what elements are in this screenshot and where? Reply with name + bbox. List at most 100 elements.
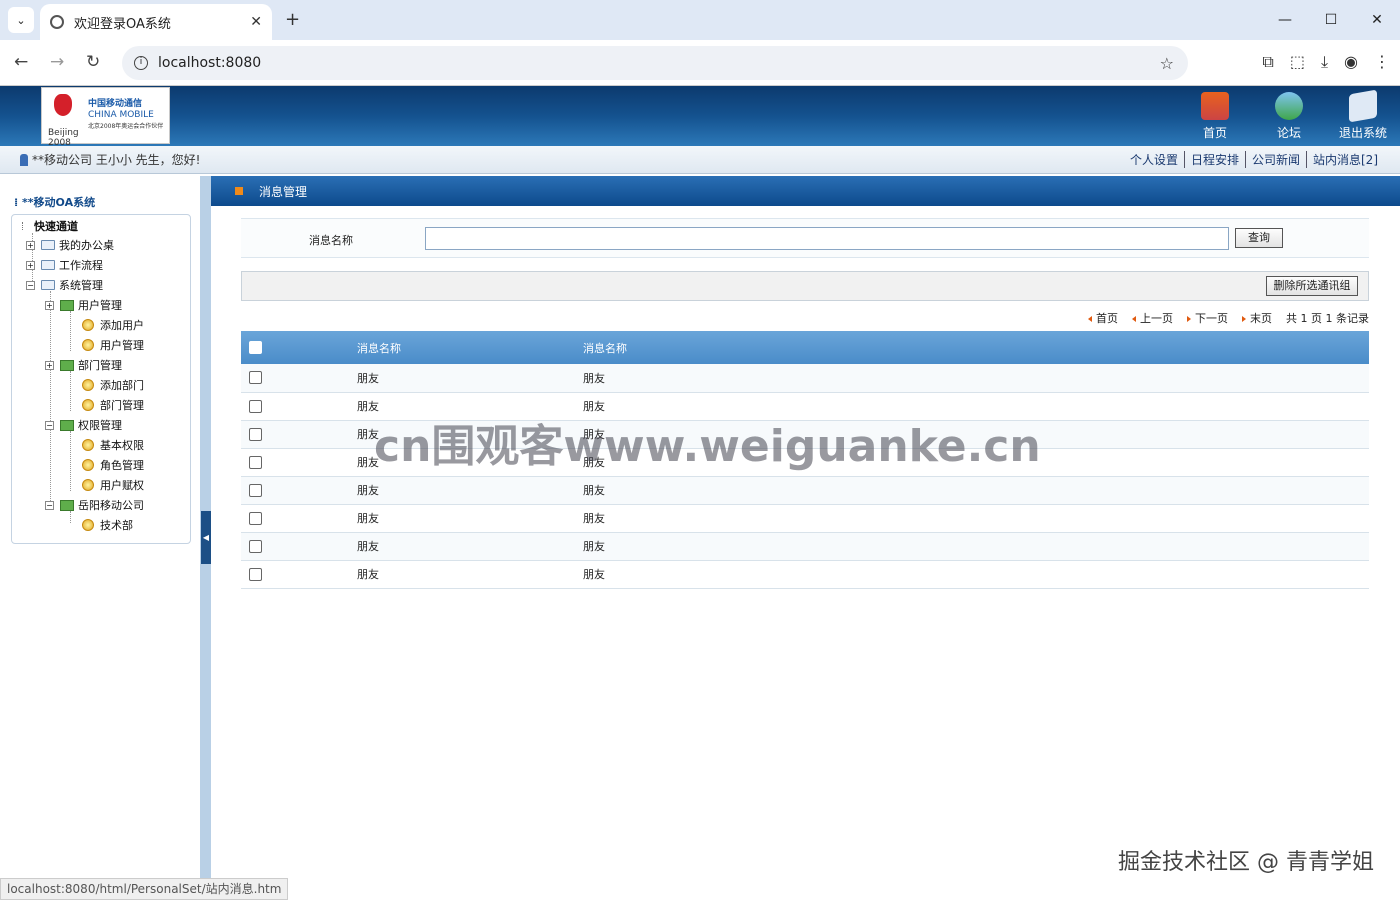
search-label: 消息名称 xyxy=(309,234,353,247)
search-input[interactable] xyxy=(425,227,1229,250)
menu-icon[interactable]: ⋮ xyxy=(1374,52,1390,72)
pager-summary: 共 1 页 1 条记录 xyxy=(1286,312,1369,325)
tab-search-button[interactable]: ⌄ xyxy=(8,7,34,33)
row-checkbox[interactable] xyxy=(249,483,262,497)
nav-exit[interactable]: 退出系统 xyxy=(1326,89,1400,144)
tree-node-workflow[interactable]: + 工作流程 xyxy=(26,257,103,273)
maximize-button[interactable]: ☐ xyxy=(1308,0,1354,40)
link-schedule[interactable]: 日程安排 xyxy=(1183,151,1245,168)
gear-icon xyxy=(82,519,94,531)
select-all-checkbox[interactable] xyxy=(249,341,262,354)
china-mobile-logo: 中国移动通信 CHINA MOBILE 北京2008年奥运会合作伙伴 xyxy=(88,99,164,130)
back-icon[interactable]: ← xyxy=(14,52,28,72)
pager-prev[interactable]: 上一页 xyxy=(1132,310,1173,326)
browser-tab[interactable]: 欢迎登录OA系统 ✕ xyxy=(40,4,272,40)
forum-icon xyxy=(1275,92,1303,120)
prev-icon xyxy=(1132,316,1137,322)
table-cell: 朋友 xyxy=(357,560,583,589)
table-cell: 朋友 xyxy=(583,364,1369,393)
next-icon xyxy=(1187,316,1192,322)
table-cell: 朋友 xyxy=(357,504,583,533)
link-personal-settings[interactable]: 个人设置 xyxy=(1124,151,1184,168)
column-header[interactable]: 消息名称 xyxy=(357,331,583,364)
minimize-button[interactable]: — xyxy=(1262,0,1308,40)
page-title: 消息管理 xyxy=(259,184,308,199)
globe-icon xyxy=(50,15,64,29)
green-folder-icon xyxy=(60,499,74,511)
tree-node-quick[interactable]: 快速通道 xyxy=(22,218,78,234)
site-info-icon[interactable]: i xyxy=(134,56,148,70)
tree-node-perm-mgmt[interactable]: − 权限管理 xyxy=(45,417,122,433)
delete-selected-button[interactable]: 删除所选通讯组 xyxy=(1266,276,1358,296)
table-row[interactable]: 朋友 朋友 xyxy=(241,560,1369,589)
extensions-icon[interactable]: ⬚ xyxy=(1290,52,1305,72)
row-checkbox[interactable] xyxy=(249,371,262,385)
folder-icon xyxy=(41,280,55,290)
reload-icon[interactable]: ↻ xyxy=(86,52,100,72)
row-checkbox[interactable] xyxy=(249,427,262,441)
gear-icon xyxy=(82,459,94,471)
table-row[interactable]: 朋友 朋友 xyxy=(241,532,1369,561)
nav-forum-label: 论坛 xyxy=(1276,126,1301,140)
first-icon xyxy=(1088,316,1093,322)
link-company-news[interactable]: 公司新闻 xyxy=(1244,151,1306,168)
user-bar: **移动公司 王小小 先生，您好! 个人设置 日程安排 公司新闻 站内消息[2] xyxy=(0,146,1400,174)
tree-node-desk[interactable]: + 我的办公桌 xyxy=(26,237,114,253)
user-icon xyxy=(20,153,28,166)
new-tab-button[interactable]: + xyxy=(285,9,300,30)
row-checkbox[interactable] xyxy=(249,539,262,553)
pager-last[interactable]: 末页 xyxy=(1242,310,1272,326)
expand-icon: + xyxy=(45,300,54,310)
nav-forum[interactable]: 论坛 xyxy=(1252,90,1326,144)
row-checkbox[interactable] xyxy=(249,399,262,413)
tree-node-dept-mgmt[interactable]: + 部门管理 xyxy=(45,357,122,373)
table-cell: 朋友 xyxy=(583,476,1369,505)
table-cell: 朋友 xyxy=(357,532,583,561)
gear-icon xyxy=(82,479,94,491)
tree-node-dept-admin[interactable]: 部门管理 xyxy=(82,397,144,413)
row-checkbox[interactable] xyxy=(249,511,262,525)
pager-next[interactable]: 下一页 xyxy=(1187,310,1228,326)
table-row[interactable]: 朋友 朋友 xyxy=(241,476,1369,505)
browser-toolbar: ← → ↻ i localhost:8080 ☆ ⧉ ⬚ ⤓ ◉ ⋮ xyxy=(0,40,1400,86)
tree-node-role-mgmt[interactable]: 角色管理 xyxy=(82,457,144,473)
bookmark-star-icon[interactable]: ☆ xyxy=(1160,54,1174,73)
address-bar[interactable]: i localhost:8080 ☆ xyxy=(122,46,1188,80)
header-nav: 首页 论坛 退出系统 xyxy=(1178,89,1400,144)
row-checkbox[interactable] xyxy=(249,567,262,581)
link-messages[interactable]: 站内消息[2] xyxy=(1306,151,1384,168)
tree-node-basic-perm[interactable]: 基本权限 xyxy=(82,437,144,453)
query-button[interactable]: 查询 xyxy=(1235,228,1283,248)
pager-first[interactable]: 首页 xyxy=(1088,310,1118,326)
row-checkbox[interactable] xyxy=(249,455,262,469)
profile-icon[interactable]: ◉ xyxy=(1344,52,1358,72)
tree-node-system[interactable]: − 系统管理 xyxy=(26,277,103,293)
forward-icon[interactable]: → xyxy=(50,52,64,72)
column-header[interactable]: 消息名称 xyxy=(583,331,1369,364)
tree-node-user-mgmt[interactable]: + 用户管理 xyxy=(45,297,122,313)
tree-node-add-dept[interactable]: 添加部门 xyxy=(82,377,144,393)
url-text: localhost:8080 xyxy=(158,55,262,71)
screenshot-icon[interactable]: ⧉ xyxy=(1262,52,1273,72)
row-checkbox-cell xyxy=(241,392,357,421)
tree-node-tech-dept[interactable]: 技术部 xyxy=(82,517,133,533)
close-window-button[interactable]: ✕ xyxy=(1354,0,1400,40)
nav-home[interactable]: 首页 xyxy=(1178,90,1252,144)
table-row[interactable]: 朋友 朋友 xyxy=(241,504,1369,533)
sidebar-splitter[interactable]: ◀ xyxy=(200,176,211,900)
close-tab-icon[interactable]: ✕ xyxy=(250,14,262,30)
expand-icon: + xyxy=(26,240,35,250)
collapse-sidebar-icon[interactable]: ◀ xyxy=(201,511,211,564)
expand-icon: + xyxy=(26,260,35,270)
tree-node-user-admin[interactable]: 用户管理 xyxy=(82,337,144,353)
row-checkbox-cell xyxy=(241,476,357,505)
tree-node-add-user[interactable]: 添加用户 xyxy=(82,317,144,333)
row-checkbox-cell xyxy=(241,420,357,449)
browser-tabbar: ⌄ 欢迎登录OA系统 ✕ + — ☐ ✕ xyxy=(0,0,1400,40)
tree-node-yueyang[interactable]: − 岳阳移动公司 xyxy=(45,497,144,513)
row-checkbox-cell xyxy=(241,504,357,533)
table-row[interactable]: 朋友 朋友 xyxy=(241,364,1369,393)
download-icon[interactable]: ⤓ xyxy=(1321,52,1328,72)
tree-node-user-grant[interactable]: 用户赋权 xyxy=(82,477,144,493)
collapse-icon: − xyxy=(45,500,54,510)
